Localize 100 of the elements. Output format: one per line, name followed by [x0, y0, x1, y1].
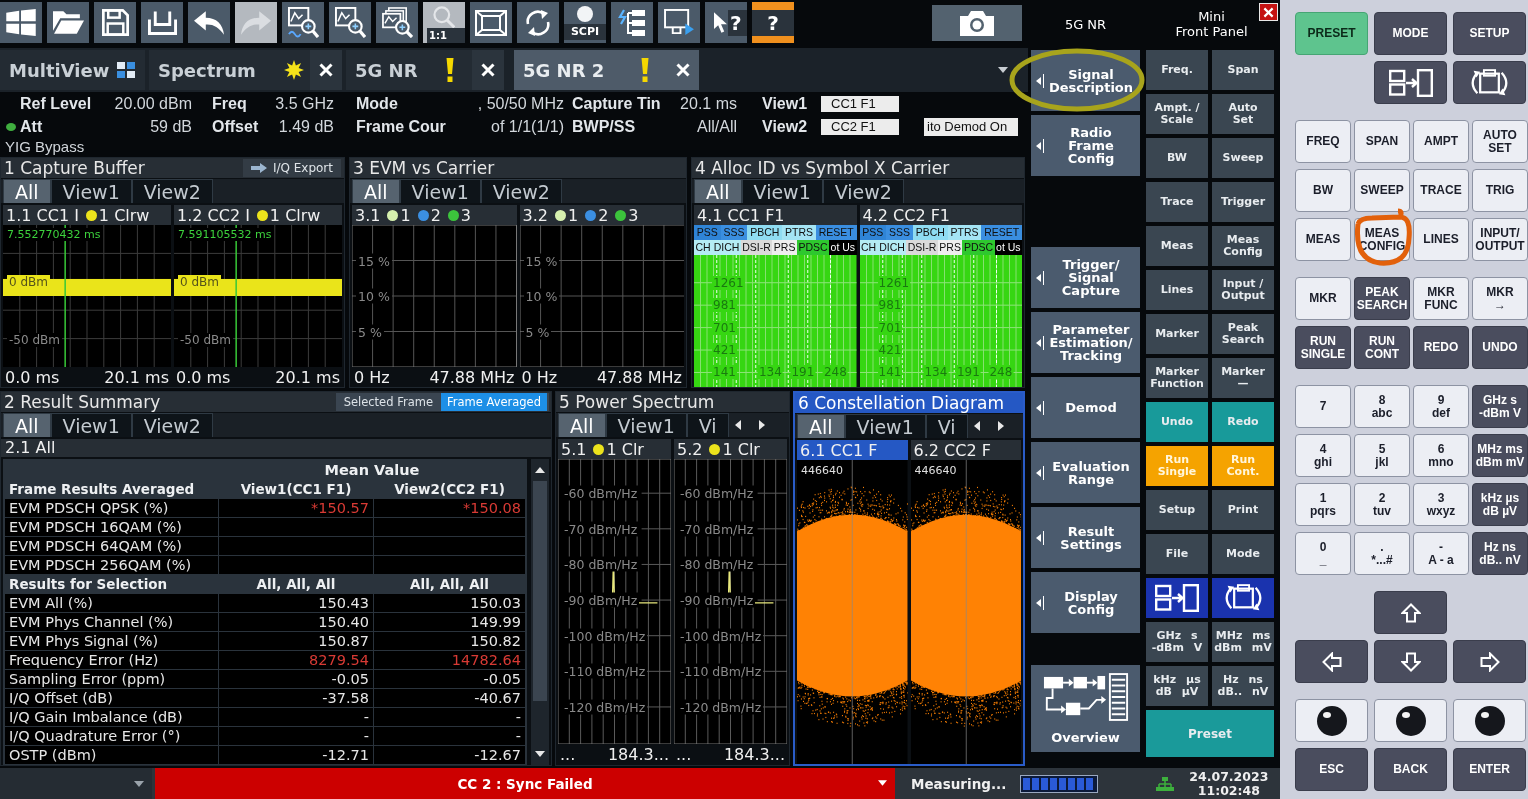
key-button[interactable]: MHz ms dBm mV [1472, 434, 1528, 477]
layout-button[interactable] [1374, 61, 1447, 104]
key-button[interactable]: PEAK SEARCH [1354, 277, 1410, 320]
view-tab[interactable]: All [694, 179, 742, 203]
key-button[interactable]: MKR → [1472, 277, 1528, 320]
key-button[interactable]: Auto Set [1212, 94, 1274, 134]
key-button[interactable]: Lines [1146, 270, 1208, 310]
print-button[interactable] [141, 2, 183, 43]
scrollbar-thumb[interactable] [533, 481, 547, 701]
view-tab[interactable]: All [797, 414, 845, 438]
key-button[interactable]: AMPT [1413, 120, 1469, 163]
close-button[interactable] [472, 50, 504, 90]
document-tab[interactable]: Spectrum [149, 50, 342, 90]
view-tab[interactable]: View1 [844, 414, 926, 438]
key-button[interactable]: TRACE [1413, 169, 1469, 212]
key-button[interactable]: BW [1146, 138, 1208, 178]
key-button[interactable]: RUN CONT [1354, 326, 1410, 369]
key-button[interactable]: FREQ [1295, 120, 1351, 163]
key-button[interactable]: Trigger [1212, 182, 1274, 222]
arrow-key[interactable] [1295, 640, 1368, 683]
view-tab[interactable]: View2 [131, 179, 213, 203]
zoom-multi-button[interactable] [376, 2, 418, 43]
key-button[interactable]: AUTO SET [1472, 120, 1528, 163]
close-button[interactable] [1259, 3, 1278, 21]
key-button[interactable]: SPAN [1354, 120, 1410, 163]
key-button[interactable]: SWEEP [1354, 169, 1410, 212]
key-button[interactable]: kHz µs dB µV [1146, 666, 1208, 706]
key-button[interactable]: - A - a [1413, 532, 1469, 575]
layout-button[interactable] [1453, 61, 1526, 104]
view-tab[interactable]: View1 [50, 179, 132, 203]
view-tab[interactable]: All [3, 413, 51, 437]
key-button[interactable]: MEAS [1295, 218, 1351, 261]
key-button[interactable]: Span [1212, 50, 1274, 90]
key-button[interactable]: 3 wxyz [1413, 483, 1469, 526]
view-tab[interactable]: Vi [925, 414, 968, 438]
key-button[interactable]: Hz ns dB.. nV [1212, 666, 1274, 706]
iq-export-button[interactable]: I/Q Export [242, 159, 341, 177]
key-button[interactable]: File [1146, 534, 1208, 574]
key-button[interactable]: kHz µs dB µV [1472, 483, 1528, 526]
key-button[interactable]: GHz s -dBm V [1472, 385, 1528, 428]
key-button[interactable]: ENTER [1453, 748, 1526, 791]
preset-button[interactable]: PRESET [1295, 12, 1368, 55]
key-button[interactable]: MODE [1374, 12, 1447, 55]
key-button[interactable]: 5 jkl [1354, 434, 1410, 477]
key-button[interactable]: 1 pqrs [1295, 483, 1351, 526]
fullscreen-button[interactable] [470, 2, 512, 43]
zoom-trace-button[interactable] [282, 2, 324, 43]
key-button[interactable]: Marker — [1212, 358, 1274, 398]
key-button[interactable]: INPUT/ OUTPUT [1472, 218, 1528, 261]
undo-button[interactable] [188, 2, 230, 43]
key-button[interactable]: BW [1295, 169, 1351, 212]
pointer-help-button[interactable]: ? [705, 2, 747, 43]
key-button[interactable]: 8 abc [1354, 385, 1410, 428]
key-button[interactable]: Marker [1146, 314, 1208, 354]
view-tab[interactable]: View1 [605, 413, 687, 437]
softkey-button[interactable]: Evaluation Range [1031, 442, 1140, 503]
key-button[interactable]: 0 _ [1295, 532, 1351, 575]
scroll-up-icon[interactable] [535, 467, 545, 473]
key-button[interactable]: Ampt. / Scale [1146, 94, 1208, 134]
key-button[interactable]: Meas Config [1212, 226, 1274, 266]
view-field[interactable]: CC2 F1 [821, 118, 899, 135]
key-button[interactable]: Meas [1146, 226, 1208, 266]
key-button[interactable]: Marker Function [1146, 358, 1208, 398]
key-button[interactable]: Hz ns dB.. nV [1472, 532, 1528, 575]
open-button[interactable] [47, 2, 89, 43]
zoom-button[interactable] [329, 2, 371, 43]
view-tab[interactable]: View2 [131, 413, 213, 437]
key-button[interactable]: Peak Search [1212, 314, 1274, 354]
key-button[interactable]: MKR FUNC [1413, 277, 1469, 320]
arrow-key[interactable] [1374, 640, 1447, 683]
key-button[interactable]: GHz s -dBm V [1146, 622, 1208, 662]
display-button[interactable] [658, 2, 700, 43]
key-button[interactable]: Print [1212, 490, 1274, 530]
save-button[interactable] [94, 2, 136, 43]
key-button[interactable]: 4 ghi [1295, 434, 1351, 477]
scroll-right-icon[interactable] [997, 421, 1004, 431]
knob-key[interactable] [1374, 699, 1447, 742]
document-tab[interactable]: 5G NR [346, 50, 504, 90]
key-button[interactable]: Trace [1146, 182, 1208, 222]
softkey-button[interactable]: Trigger/ Signal Capture [1031, 247, 1140, 308]
view-tab[interactable]: View1 [399, 179, 481, 203]
camera-button[interactable] [932, 5, 1022, 41]
document-tab[interactable]: 5G NR 2 [514, 50, 699, 90]
key-button[interactable]: UNDO [1472, 326, 1528, 369]
refresh-button[interactable] [517, 2, 559, 43]
message-bar[interactable]: CC 2 : Sync Failed [155, 768, 895, 799]
key-button[interactable]: Freq. [1146, 50, 1208, 90]
scpi-button[interactable]: SCPI [564, 2, 606, 43]
key-button[interactable]: Sweep [1212, 138, 1274, 178]
softkey-button[interactable]: Radio Frame Config [1031, 115, 1140, 176]
view-tab[interactable]: View1 [50, 413, 132, 437]
key-button[interactable]: TRIG [1472, 169, 1528, 212]
help-button[interactable]: ? [752, 2, 794, 43]
view-tab[interactable]: All [3, 179, 51, 203]
key-button[interactable]: MHz ms dBm mV [1212, 622, 1274, 662]
close-button[interactable] [310, 50, 342, 90]
document-tab[interactable]: MultiView [0, 50, 145, 90]
key-button[interactable]: SETUP [1453, 12, 1526, 55]
view-tab[interactable]: Vi [686, 413, 729, 437]
dropdown-caret-icon[interactable] [998, 67, 1008, 73]
